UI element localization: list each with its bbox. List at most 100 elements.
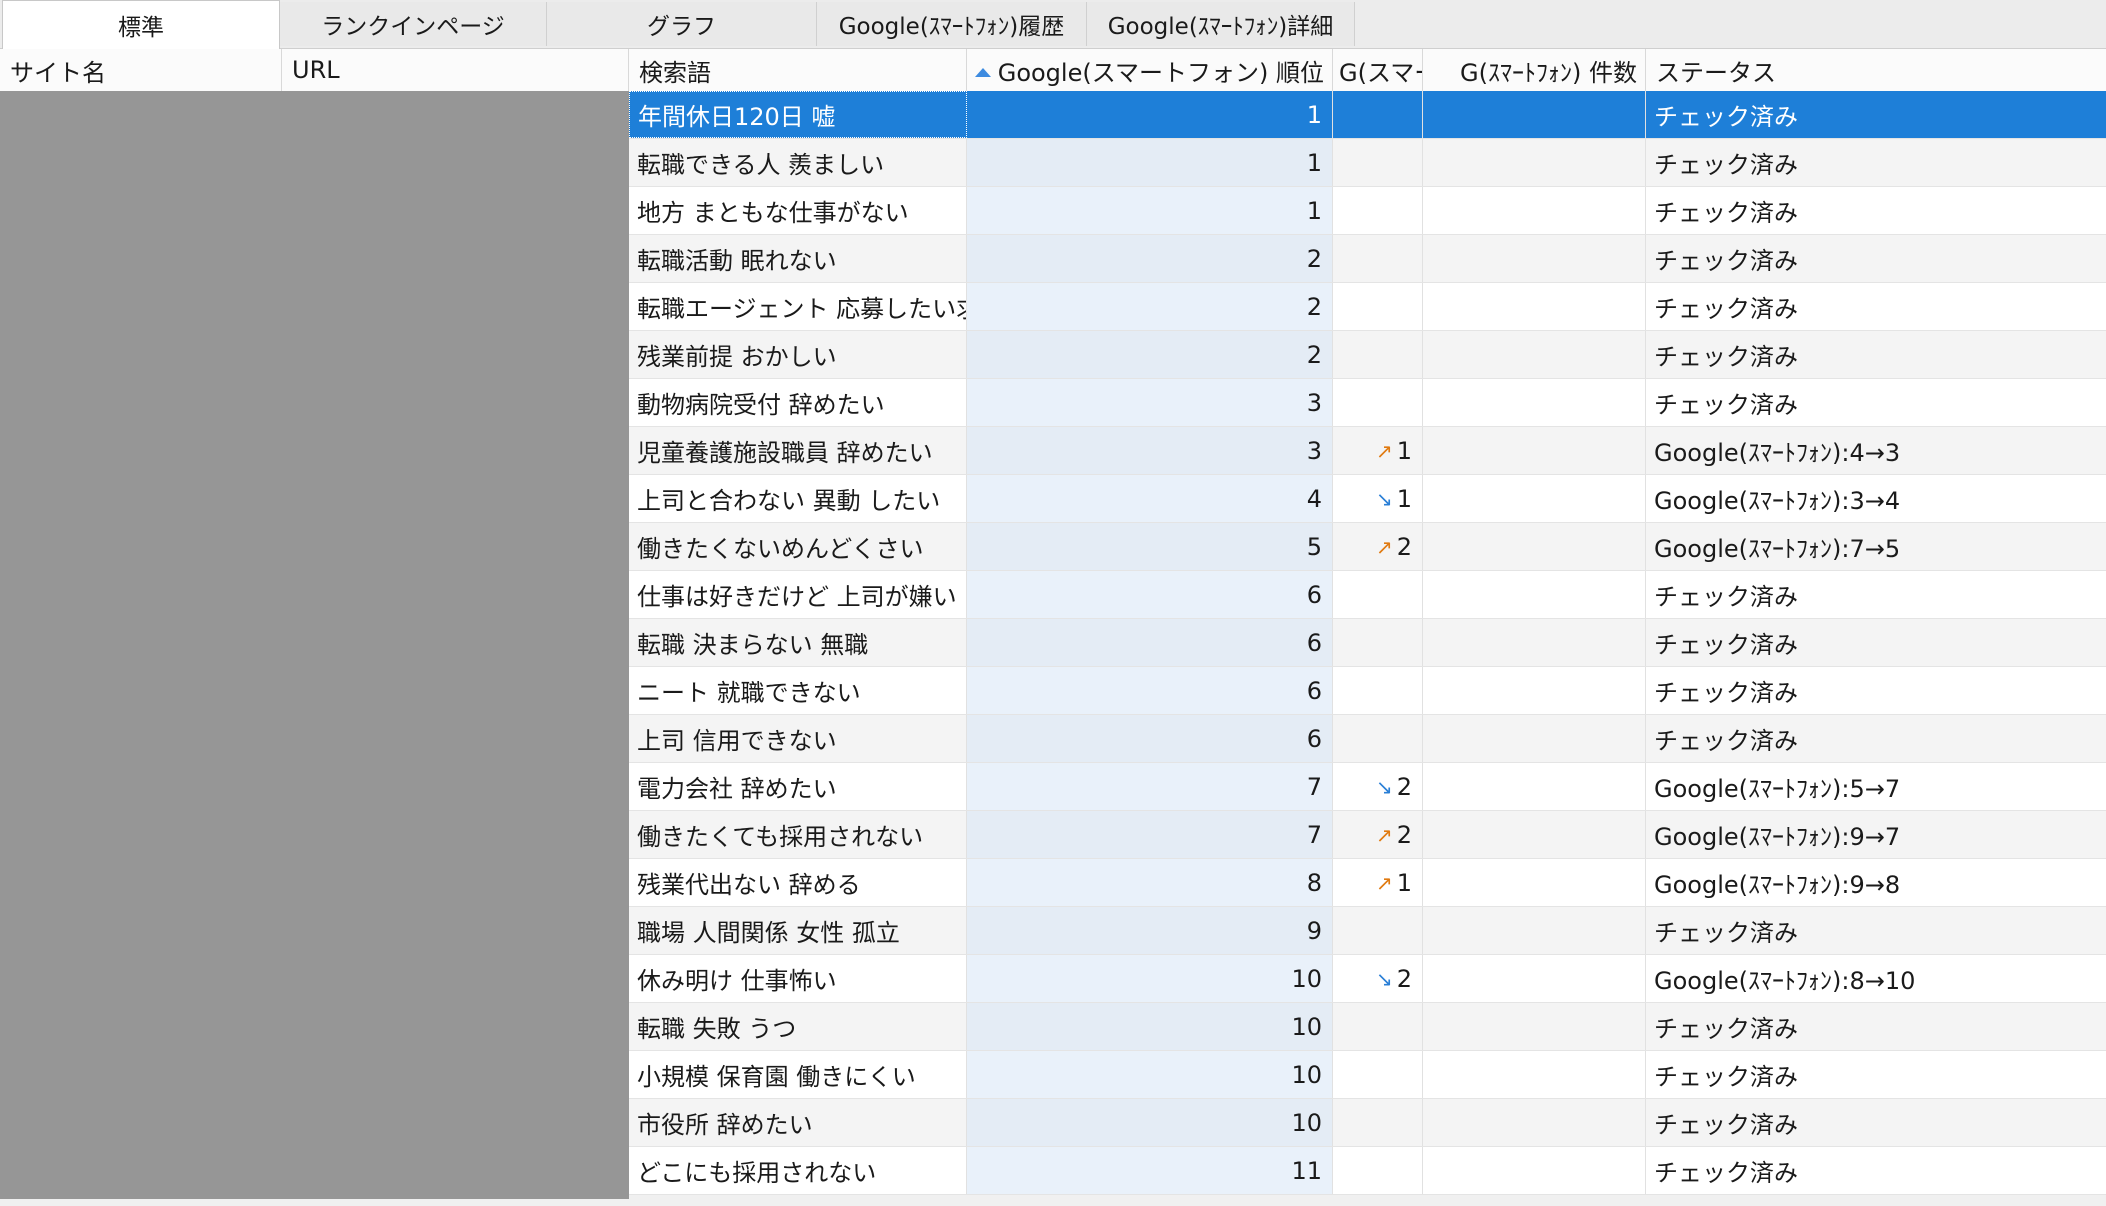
results-table-body: 年間休日120日 嘘 1 チェック済み 転職できる人 羨ましい 1 チェック済み 地方 まと…	[629, 91, 2106, 1195]
rank-change-cell: ↘ 2	[1333, 955, 1423, 1002]
keyword-cell: 地方 まともな仕事がない	[629, 187, 967, 234]
table-row[interactable]: 職場 人間関係 女性 孤立 9 チェック済み	[629, 907, 2106, 955]
rank-cell: 5	[967, 523, 1333, 570]
status-cell: チェック済み	[1654, 919, 1798, 947]
sort-ascending-icon	[975, 68, 991, 77]
arrow-up-right-icon: ↗	[1375, 438, 1393, 463]
status-cell: チェック済み	[1654, 583, 1798, 611]
table-row[interactable]: 転職エージェント 応募したい求人..2 チェック済み	[629, 283, 2106, 331]
rank-cell: 11	[967, 1147, 1333, 1194]
rank-change-cell	[1333, 283, 1423, 330]
rank-change-cell	[1333, 139, 1423, 186]
rank-cell: 9	[967, 907, 1333, 954]
table-row[interactable]: ニート 就職できない 6 チェック済み	[629, 667, 2106, 715]
table-row[interactable]: 上司 信用できない 6 チェック済み	[629, 715, 2106, 763]
tab-rank-in-page[interactable]: ランクインページ	[280, 2, 547, 46]
result-count-cell	[1423, 235, 1646, 282]
rank-change-cell	[1333, 379, 1423, 426]
keyword-cell: 働きたくないめんどくさい	[629, 523, 967, 570]
table-row[interactable]: 年間休日120日 嘘 1 チェック済み	[629, 91, 2106, 139]
rank-change-cell	[1333, 1147, 1423, 1194]
result-count-cell	[1423, 1099, 1646, 1146]
table-row[interactable]: 転職活動 眠れない 2 チェック済み	[629, 235, 2106, 283]
table-row[interactable]: 仕事は好きだけど 上司が嫌い 6 チェック済み	[629, 571, 2106, 619]
column-header-rank[interactable]: Google(スマートフォン) 順位	[967, 49, 1333, 91]
table-row[interactable]: 転職 失敗 うつ 10 チェック済み	[629, 1003, 2106, 1051]
status-cell: チェック済み	[1654, 679, 1798, 707]
status-cell: Google(ｽﾏｰﾄﾌｫﾝ):5→7	[1654, 775, 1901, 803]
keyword-cell: どこにも採用されない	[629, 1147, 967, 1194]
table-row[interactable]: 動物病院受付 辞めたい 3 チェック済み	[629, 379, 2106, 427]
rank-cell: 1	[967, 91, 1333, 138]
table-row[interactable]: 休み明け 仕事怖い 10 ↘ 2 Google(ｽﾏｰﾄﾌｫﾝ):8→10	[629, 955, 2106, 1003]
result-count-cell	[1423, 667, 1646, 714]
tab-google-smartphone-history[interactable]: Google(ｽﾏｰﾄﾌｫﾝ)履歴	[817, 2, 1087, 46]
column-header-count[interactable]: G(ｽﾏｰﾄﾌｫﾝ) 件数	[1423, 49, 1646, 91]
result-count-cell	[1423, 427, 1646, 474]
result-count-cell	[1423, 139, 1646, 186]
rank-change-cell	[1333, 571, 1423, 618]
rank-cell: 6	[967, 715, 1333, 762]
result-count-cell	[1423, 1003, 1646, 1050]
rank-change-cell	[1333, 235, 1423, 282]
table-row[interactable]: 電力会社 辞めたい 7 ↘ 2 Google(ｽﾏｰﾄﾌｫﾝ):5→7	[629, 763, 2106, 811]
table-row[interactable]: どこにも採用されない 11 チェック済み	[629, 1147, 2106, 1195]
tab-google-smartphone-detail[interactable]: Google(ｽﾏｰﾄﾌｫﾝ)詳細	[1087, 2, 1355, 46]
status-cell: チェック済み	[1654, 631, 1798, 659]
result-count-cell	[1423, 91, 1646, 138]
rank-cell: 3	[967, 379, 1333, 426]
rank-cell: 6	[967, 667, 1333, 714]
table-row[interactable]: 働きたくないめんどくさい 5 ↗ 2 Google(ｽﾏｰﾄﾌｫﾝ):7→5	[629, 523, 2106, 571]
rank-change-cell: ↗ 2	[1333, 811, 1423, 858]
result-count-cell	[1423, 1147, 1646, 1194]
column-header-change[interactable]: G(スマー..	[1333, 49, 1423, 91]
rank-cell: 7	[967, 811, 1333, 858]
keyword-cell: 小規模 保育園 働きにくい	[629, 1051, 967, 1098]
arrow-up-right-icon: ↗	[1375, 822, 1393, 847]
rank-cell: 1	[967, 187, 1333, 234]
arrow-down-right-icon: ↘	[1375, 774, 1393, 799]
column-header-url[interactable]: URL	[282, 49, 629, 91]
table-row[interactable]: 転職 決まらない 無職 6 チェック済み	[629, 619, 2106, 667]
status-cell: Google(ｽﾏｰﾄﾌｫﾝ):8→10	[1654, 967, 1916, 995]
arrow-up-right-icon: ↗	[1375, 534, 1393, 559]
result-count-cell	[1423, 763, 1646, 810]
table-row[interactable]: 小規模 保育園 働きにくい 10 チェック済み	[629, 1051, 2106, 1099]
table-row[interactable]: 地方 まともな仕事がない 1 チェック済み	[629, 187, 2106, 235]
column-header-site-name[interactable]: サイト名	[0, 49, 282, 91]
result-count-cell	[1423, 571, 1646, 618]
keyword-cell: 転職 決まらない 無職	[629, 619, 967, 666]
table-row[interactable]: 残業代出ない 辞める 8 ↗ 1 Google(ｽﾏｰﾄﾌｫﾝ):9→8	[629, 859, 2106, 907]
keyword-cell: 残業前提 おかしい	[629, 331, 967, 378]
rank-change-cell: ↗ 1	[1333, 859, 1423, 906]
status-cell: チェック済み	[1654, 151, 1798, 179]
rank-cell: 10	[967, 1051, 1333, 1098]
table-row[interactable]: 上司と合わない 異動 したい 4 ↘ 1 Google(ｽﾏｰﾄﾌｫﾝ):3→4	[629, 475, 2106, 523]
rank-change-cell: ↗ 1	[1333, 427, 1423, 474]
column-header-row: サイト名 URL 検索語 Google(スマートフォン) 順位 G(スマー.. …	[0, 49, 2106, 92]
result-count-cell	[1423, 187, 1646, 234]
status-cell: Google(ｽﾏｰﾄﾌｫﾝ):4→3	[1654, 439, 1901, 467]
keyword-cell: 市役所 辞めたい	[629, 1099, 967, 1146]
tab-bar: 標準 ランクインページ グラフ Google(ｽﾏｰﾄﾌｫﾝ)履歴 Google…	[0, 0, 2106, 49]
rank-cell: 6	[967, 571, 1333, 618]
tab-standard[interactable]: 標準	[2, 0, 280, 49]
table-row[interactable]: 働きたくても採用されない 7 ↗ 2 Google(ｽﾏｰﾄﾌｫﾝ):9→7	[629, 811, 2106, 859]
tab-graph[interactable]: グラフ	[547, 2, 817, 46]
status-cell: チェック済み	[1654, 247, 1798, 275]
rank-change-cell	[1333, 619, 1423, 666]
status-cell: チェック済み	[1654, 295, 1798, 323]
table-row[interactable]: 児童養護施設職員 辞めたい 3 ↗ 1 Google(ｽﾏｰﾄﾌｫﾝ):4→3	[629, 427, 2106, 475]
table-row[interactable]: 市役所 辞めたい 10 チェック済み	[629, 1099, 2106, 1147]
table-row[interactable]: 残業前提 おかしい 2 チェック済み	[629, 331, 2106, 379]
keyword-cell: 動物病院受付 辞めたい	[629, 379, 967, 426]
rank-change-value: 2	[1396, 820, 1412, 849]
column-header-status[interactable]: ステータス	[1646, 49, 2106, 91]
table-row[interactable]: 転職できる人 羨ましい 1 チェック済み	[629, 139, 2106, 187]
rank-change-cell	[1333, 187, 1423, 234]
result-count-cell	[1423, 283, 1646, 330]
rank-change-value: 2	[1396, 964, 1412, 993]
keyword-cell: 職場 人間関係 女性 孤立	[629, 907, 967, 954]
result-count-cell	[1423, 811, 1646, 858]
column-header-keyword[interactable]: 検索語	[629, 49, 967, 91]
